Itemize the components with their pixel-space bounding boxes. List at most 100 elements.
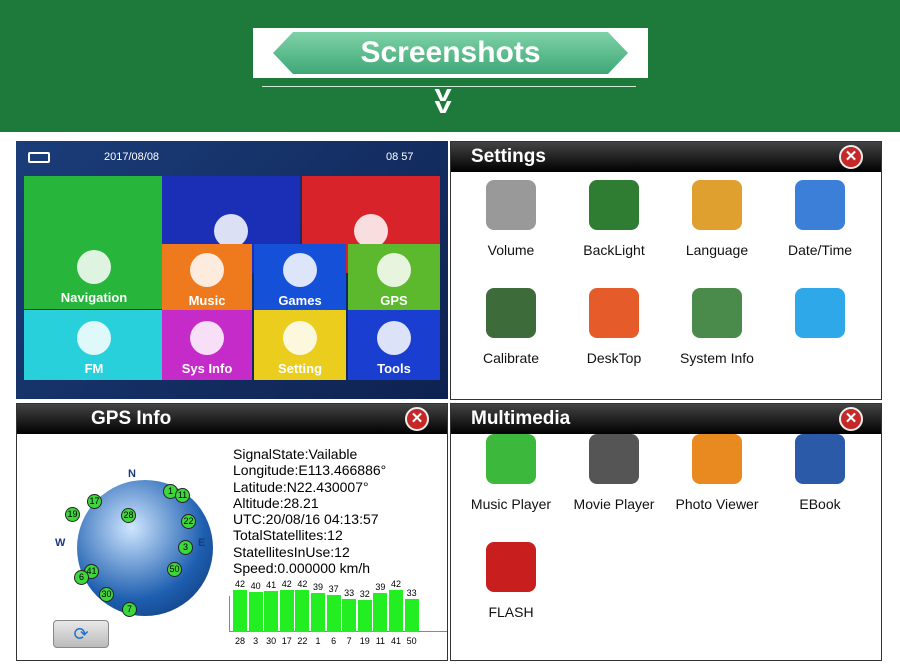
battery-icon [28,152,50,163]
signal-bar [248,592,263,632]
signal-bar [264,591,279,632]
tile-gps[interactable]: GPS [348,244,440,312]
item-music-player[interactable]: Music Player [461,434,561,512]
item-label: Date/Time [787,242,853,258]
item-calibrate[interactable]: Calibrate [461,288,561,366]
date-time-icon [795,180,845,230]
tile-label: Tools [377,361,411,376]
navigation-icon [77,250,111,284]
signal-bar [357,600,372,632]
signal-chart: 42 28 40 3 41 30 42 17 42 22 39 1 37 6 33 7 32 19 39 11 42 41… [229,579,447,654]
tile-music[interactable]: Music [162,244,252,312]
flash-icon [486,542,536,592]
tile-games[interactable]: Games [254,244,346,312]
media-icon [354,214,388,248]
desktop-icon [589,288,639,338]
signal-bar [373,593,388,632]
tile-label: Sys Info [181,361,233,376]
date: 2017/08/08 [104,151,160,163]
gps-info-line: Altitude:28.21 [233,494,319,511]
tile-label: Setting [277,361,323,376]
signal-bar [295,590,310,632]
system-info-icon [692,288,742,338]
item-photo-viewer[interactable]: Photo Viewer [667,434,767,512]
item-date-time[interactable]: Date/Time [770,180,870,258]
tile-tools[interactable]: Tools [348,310,440,380]
signal-bar [342,599,357,632]
tools-icon [377,321,411,355]
close-icon[interactable]: ✕ [405,407,429,431]
games-icon [283,253,317,287]
item-system-info[interactable]: System Info [667,288,767,366]
item-label: System Info [680,350,754,366]
item-label: Movie Player [573,496,655,512]
item-label: BackLight [583,242,645,258]
tile-navigation[interactable]: Navigation [24,176,164,309]
item-label: Calibrate [482,350,540,366]
item-label: Music Player [470,496,552,512]
west-label: W [55,537,66,549]
item-backlight[interactable]: BackLight [564,180,664,258]
satellite-marker: 30 [99,587,114,602]
tile-sys-info[interactable]: Sys Info [162,310,252,380]
banner: Screenshots [253,28,648,78]
sys-info-icon [190,321,224,355]
item-desktop[interactable]: DeskTop [564,288,664,366]
item-movie-player[interactable]: Movie Player [564,434,664,512]
volume-icon [486,180,536,230]
item-label: Photo Viewer [675,496,759,512]
tile-label: Music [188,293,226,308]
item-flash[interactable]: FLASH [461,542,561,620]
gps-info-window: GPS Info ✕ N E W 1 11 17 19 28 22 3 50 41 6 30 7 Sig… [16,403,448,661]
multimedia-window: Multimedia ✕ Music Player Movie Player Phot… [450,403,882,661]
item-label: Language [685,242,749,258]
item-next[interactable] [770,288,870,350]
gps-icon [377,253,411,287]
setting-icon [283,321,317,355]
music-icon [190,253,224,287]
signal-bar [311,593,325,632]
movie-player-icon [589,434,639,484]
settings-window: Settings ✕ Volume BackLight Language Date/Ti… [450,141,882,400]
window-title: Multimedia [471,408,571,429]
item-volume[interactable]: Volume [461,180,561,258]
ebook-icon [795,434,845,484]
signal-bar [404,599,419,632]
tile-setting[interactable]: Setting [254,310,346,380]
north-label: N [128,468,136,480]
satellite-marker: 6 [74,570,89,585]
refresh-button[interactable]: ⟳ [53,620,109,648]
bar-value-label: 33 [406,588,417,598]
signal-bar [233,590,247,632]
time: 08 57 [386,151,414,163]
close-icon[interactable]: ✕ [839,407,863,431]
satellite-marker: 28 [121,508,136,523]
window-title: Settings [471,146,546,167]
satellite-marker: 3 [178,540,193,555]
banner-title: Screenshots [360,36,541,69]
gps-info-line: StatellitesInUse:12 [233,543,350,560]
music-player-icon [486,434,536,484]
header-band: Screenshots vv [0,0,900,132]
tile-fm[interactable]: FM [24,310,164,380]
calibrate-icon [486,288,536,338]
gps-info-line: UTC:20/08/16 04:13:57 [233,511,379,528]
item-language[interactable]: Language [667,180,767,258]
satellite-marker: 19 [65,507,80,522]
satellite-marker: 7 [122,602,137,617]
gps-info-line: Latitude:N22.430007° [233,478,369,495]
item-ebook[interactable]: EBook [770,434,870,512]
item-label: FLASH [488,604,534,620]
tile-label: FM [84,361,104,376]
video-icon [214,214,248,248]
gps-info-line: TotalStatellites:12 [233,527,343,544]
photo-viewer-icon [692,434,742,484]
tile-label: GPS [380,293,408,308]
close-icon[interactable]: ✕ [839,145,863,169]
satellite-marker: 11 [175,488,190,503]
east-label: E [198,537,206,549]
item-label: DeskTop [586,350,642,366]
item-label: EBook [799,496,841,512]
satellite-marker: 17 [87,494,102,509]
tile-label: Games [278,293,322,308]
